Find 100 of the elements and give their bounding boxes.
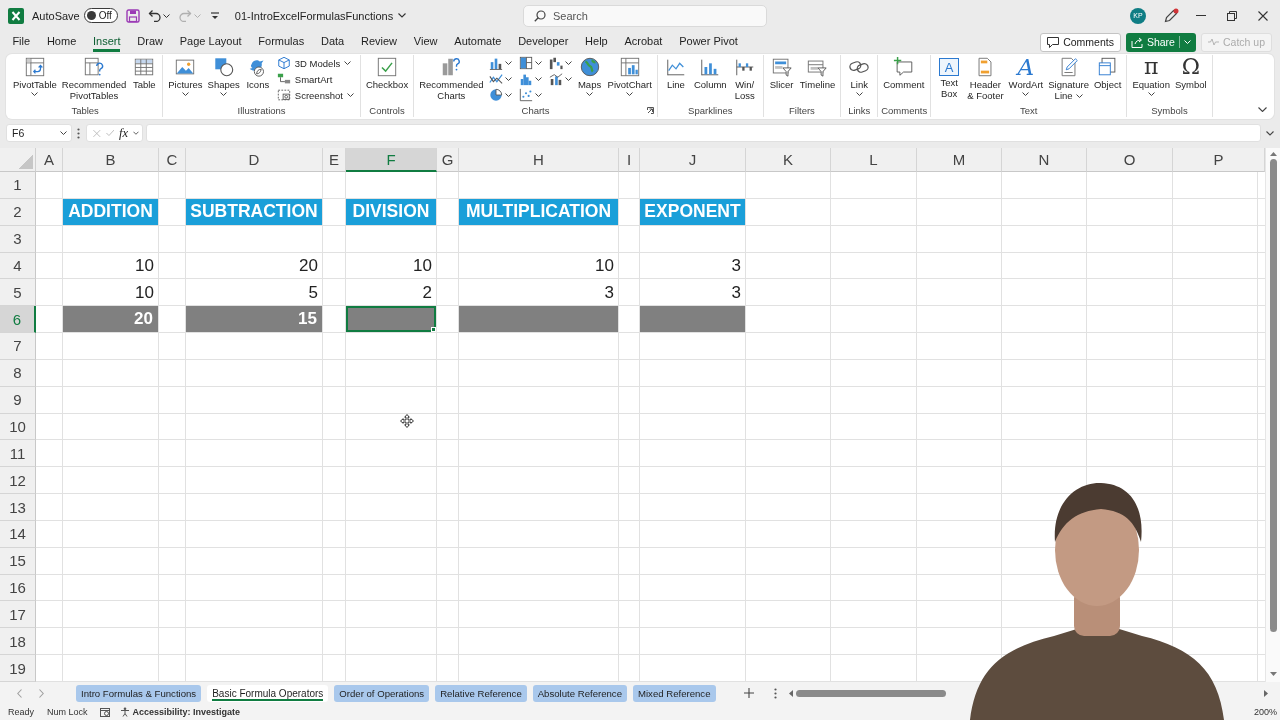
ribbon-button[interactable]: Signature Line: [1046, 55, 1091, 101]
ribbon-button[interactable]: Pictures: [166, 55, 205, 96]
column-header[interactable]: M: [917, 148, 1002, 172]
sheet-tab[interactable]: Absolute Reference: [532, 684, 627, 702]
column-header[interactable]: A: [36, 148, 63, 172]
ribbon-button[interactable]: Column: [691, 55, 729, 90]
share-button[interactable]: Share: [1125, 32, 1196, 52]
column-header[interactable]: H: [459, 148, 619, 172]
row-header[interactable]: 9: [0, 386, 36, 414]
ribbon-tab[interactable]: Page Layout: [171, 32, 250, 52]
undo-icon[interactable]: [147, 9, 161, 22]
scroll-thumb[interactable]: [1269, 159, 1277, 632]
ribbon-button[interactable]: A Text Box: [934, 55, 965, 99]
formula-field[interactable]: [146, 124, 1261, 142]
column-header[interactable]: N: [1002, 148, 1087, 172]
ribbon-button[interactable]: Table: [129, 55, 160, 90]
ribbon-tab[interactable]: Power Pivot: [670, 32, 747, 52]
ribbon-tab[interactable]: Automate: [445, 32, 510, 52]
ribbon-tab[interactable]: Help: [576, 32, 617, 52]
ribbon-button[interactable]: Link: [844, 55, 875, 96]
row-header[interactable]: 18: [0, 628, 36, 656]
ribbon-button[interactable]: Line: [660, 55, 691, 90]
ribbon-button[interactable]: Recommended PivotTables: [59, 55, 129, 101]
scroll-thumb[interactable]: [795, 689, 946, 697]
column-header[interactable]: J: [640, 148, 746, 172]
accessibility-button[interactable]: Accessibility: Investigate: [119, 707, 241, 717]
ribbon-tab[interactable]: Data: [312, 32, 353, 52]
row-header[interactable]: 19: [0, 655, 36, 682]
ribbon-button[interactable]: Maps: [574, 55, 605, 96]
ribbon-tab[interactable]: Formulas: [249, 32, 313, 52]
ribbon-button[interactable]: PivotChart: [605, 55, 654, 96]
column-header[interactable]: L: [831, 148, 917, 172]
sheet-tab[interactable]: Intro Formulas & Functions: [76, 684, 202, 702]
ribbon-button[interactable]: 3D Models: [273, 55, 357, 71]
search-field[interactable]: Search: [523, 4, 767, 27]
chevron-down-icon[interactable]: [1258, 107, 1267, 112]
scroll-up-icon[interactable]: [1269, 152, 1277, 156]
row-header[interactable]: 11: [0, 440, 36, 468]
ribbon-button[interactable]: Slicer: [766, 55, 797, 90]
row-header[interactable]: 3: [0, 225, 36, 253]
corner-arrow-icon[interactable]: [646, 107, 654, 114]
column-header[interactable]: O: [1087, 148, 1173, 172]
ribbon-button[interactable]: Checkbox: [363, 55, 411, 90]
row-header[interactable]: 10: [0, 413, 36, 441]
check-icon[interactable]: [105, 129, 115, 137]
plus-icon[interactable]: [743, 688, 754, 698]
ribbon-button[interactable]: A WordArt: [1006, 55, 1046, 96]
row-header[interactable]: 13: [0, 494, 36, 521]
ribbon-button[interactable]: Header & Footer: [965, 55, 1006, 101]
column-header[interactable]: F: [346, 148, 437, 172]
autosave-toggle[interactable]: Off: [83, 8, 118, 23]
ribbon-button[interactable]: Recommended Charts: [417, 55, 486, 101]
more-icon[interactable]: [773, 687, 777, 699]
row-header[interactable]: 5: [0, 279, 36, 307]
ribbon-button[interactable]: π Equation: [1130, 55, 1172, 96]
column-header[interactable]: P: [1173, 148, 1265, 172]
comments-button[interactable]: Comments: [1040, 32, 1121, 52]
row-header[interactable]: 12: [0, 467, 36, 495]
ribbon-button[interactable]: PivotTable: [11, 55, 59, 96]
more-icon[interactable]: [77, 127, 80, 139]
ribbon-tab[interactable]: File: [4, 32, 39, 52]
ribbon-button[interactable]: Win/ Loss: [729, 55, 760, 101]
ribbon-tab[interactable]: View: [405, 32, 446, 52]
ribbon-button[interactable]: Ω Symbol: [1172, 55, 1209, 90]
scroll-right-icon[interactable]: [1264, 689, 1268, 697]
zoom-level[interactable]: 200%: [1253, 707, 1277, 717]
fill-handle-icon[interactable]: [431, 327, 436, 333]
save-icon[interactable]: [125, 8, 140, 23]
row-header[interactable]: 6: [0, 306, 36, 334]
column-header[interactable]: B: [63, 148, 159, 172]
ribbon-button[interactable]: SmartArt: [273, 71, 357, 87]
sheet-tab[interactable]: Basic Formula Operators: [207, 684, 329, 702]
row-header[interactable]: 7: [0, 333, 36, 360]
row-header[interactable]: 14: [0, 520, 36, 548]
ribbon-button[interactable]: Timeline: [797, 55, 838, 90]
ribbon-tab[interactable]: Acrobat: [616, 32, 671, 52]
scroll-down-icon[interactable]: [1269, 672, 1277, 676]
ribbon-tab[interactable]: Draw: [128, 32, 172, 52]
ribbon-button[interactable]: Icons: [242, 55, 273, 90]
ribbon-tab[interactable]: Home: [38, 32, 85, 52]
chevron-down-icon[interactable]: [1266, 130, 1274, 136]
sheet-tab[interactable]: Order of Operations: [334, 684, 430, 702]
row-header[interactable]: 15: [0, 547, 36, 575]
bar-triangle-icon[interactable]: [210, 11, 219, 20]
row-header[interactable]: 8: [0, 359, 36, 387]
file-name-button[interactable]: 01-IntroExcelFormulasFunctions: [234, 9, 407, 22]
ribbon-button[interactable]: Object: [1091, 55, 1124, 90]
ribbon-tab[interactable]: Review: [352, 32, 406, 52]
name-box[interactable]: F6: [6, 124, 72, 142]
scroll-left-icon[interactable]: [788, 689, 793, 697]
column-header[interactable]: I: [619, 148, 640, 172]
insert-function-button[interactable]: fx: [119, 125, 129, 141]
ribbon-button[interactable]: Comment: [881, 55, 927, 90]
row-header[interactable]: 4: [0, 252, 36, 280]
row-header[interactable]: 17: [0, 601, 36, 629]
column-header[interactable]: D: [186, 148, 323, 172]
row-header[interactable]: 16: [0, 574, 36, 602]
ribbon-button[interactable]: Screenshot: [273, 87, 357, 103]
column-header[interactable]: G: [437, 148, 459, 172]
column-header[interactable]: K: [746, 148, 831, 172]
